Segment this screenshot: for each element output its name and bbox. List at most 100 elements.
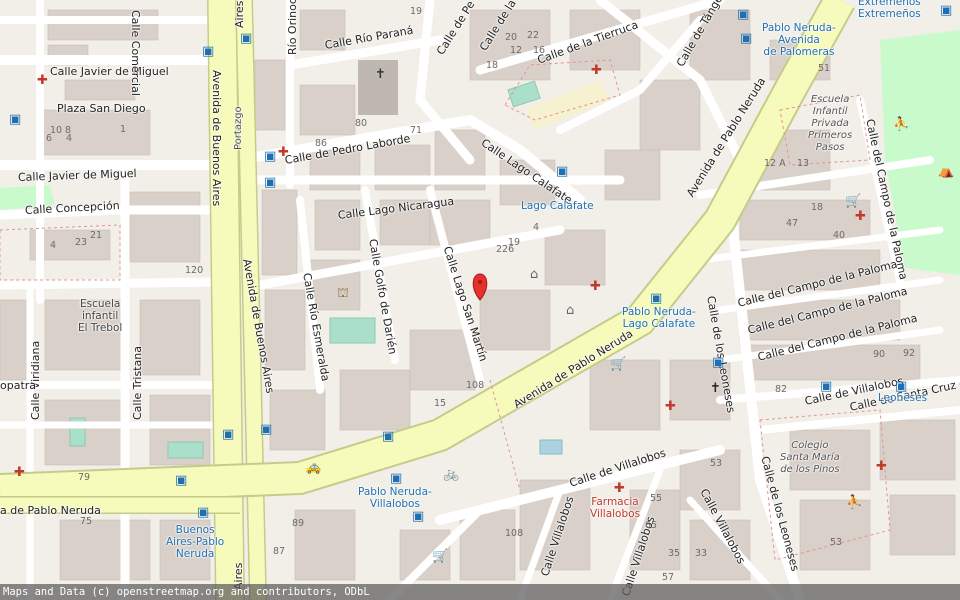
bus-stop-icon[interactable]: ▣ (382, 430, 394, 443)
pharmacy-icon[interactable]: ✚ (37, 74, 48, 87)
shelter-icon: ⌂ (530, 267, 539, 282)
bus-stop-icon[interactable]: ▣ (9, 113, 21, 126)
picnic-icon: ⛺ (938, 164, 955, 179)
house-number: 4 (50, 240, 57, 251)
shopping-cart-icon[interactable]: 🛒 (432, 550, 448, 563)
street-aires-top: Aires (233, 0, 246, 28)
pitch-2 (507, 80, 541, 108)
water-feature (539, 439, 563, 455)
street-calle-comercial: Calle Comercial (129, 10, 142, 96)
bus-stop-icon[interactable]: ▣ (737, 8, 749, 21)
house-number: 108 (505, 528, 524, 539)
kindergarten-icon: ⛫ (337, 286, 349, 301)
poi-pablo-neruda-lago-calafate[interactable]: Pablo Neruda- Lago Calafate (622, 306, 696, 330)
pharmacy-icon[interactable]: ✚ (876, 460, 887, 473)
house-number: 89 (292, 518, 305, 529)
bus-stop-icon[interactable]: ▣ (260, 423, 272, 436)
map-canvas[interactable]: Calle Río Paraná Calle Javier de Miguel … (0, 0, 960, 600)
poi-escuela-primeros-pasos[interactable]: Escuela Infantil Privada Primeros Pasos (808, 94, 852, 154)
street-javier-de-miguel-top: Calle Javier de Miguel (50, 65, 169, 78)
poi-extremenos[interactable]: Extremeños Extremeños (858, 0, 921, 20)
poi-escuela-el-trebol[interactable]: Escuela infantil El Trebol (78, 298, 122, 334)
map-attribution[interactable]: Maps and Data (c) openstreetmap.org and … (0, 584, 960, 600)
hospital-icon[interactable]: ✚ (665, 400, 676, 413)
bus-stop-icon[interactable]: ▣ (197, 506, 209, 519)
house-number: 90 (873, 349, 886, 360)
house-number: 12 A (764, 158, 786, 169)
street-cleopatra: opatra (0, 379, 37, 392)
bus-stop-icon[interactable]: ▣ (740, 32, 752, 45)
house-number: 120 (185, 265, 204, 276)
street-plaza-san-diego: Plaza San Diego (57, 102, 146, 115)
house-number: 18 (486, 60, 499, 71)
pharmacy-icon[interactable]: ✚ (278, 146, 289, 159)
house-number: 57 (662, 572, 675, 583)
house-number: 4 (66, 133, 73, 144)
house-number: 12 (510, 45, 523, 56)
church-icon: ✝ (375, 67, 386, 82)
house-number: 23 (75, 237, 88, 248)
poi-pablo-neruda-av-palomeras[interactable]: Pablo Neruda- Avenida de Palomeras (762, 22, 836, 58)
bus-stop-icon[interactable]: ▣ (712, 356, 724, 369)
church-icon: ✝ (710, 381, 721, 396)
bus-stop-icon[interactable]: ▣ (264, 176, 276, 189)
house-number: 4 (533, 222, 540, 233)
pharmacy-icon[interactable]: ✚ (14, 466, 25, 479)
house-number: 65 (645, 520, 658, 531)
bus-stop-icon[interactable]: ▣ (940, 4, 952, 17)
street-avenida-buenos-aires-1: Avenida de Buenos Aires (210, 70, 223, 207)
pharmacy-icon[interactable]: ✚ (590, 280, 601, 293)
house-number: 40 (833, 230, 846, 241)
poi-lago-calafate[interactable]: Lago Calafate (521, 200, 594, 212)
house-number: 75 (80, 516, 93, 527)
bus-stop-icon[interactable]: ▣ (175, 474, 187, 487)
house-number: 20 (505, 32, 518, 43)
house-number: 19 (508, 237, 521, 248)
taxi-icon[interactable]: 🚕 (305, 461, 321, 474)
house-number: 87 (273, 546, 286, 557)
pharmacy-icon[interactable]: ✚ (614, 482, 625, 495)
house-number: 22 (527, 30, 540, 41)
house-number: 80 (355, 118, 368, 129)
poi-farmacia-villalobos[interactable]: Farmacia Villalobos (590, 496, 640, 520)
bus-stop-icon[interactable]: ▣ (202, 45, 214, 58)
playground-icon: ⛹ (846, 495, 863, 510)
poi-pablo-neruda-villalobos[interactable]: Pablo Neruda- Villalobos (358, 486, 432, 510)
house-number: 53 (830, 537, 843, 548)
bus-stop-icon[interactable]: ▣ (556, 165, 568, 178)
house-number: 53 (710, 458, 723, 469)
bus-stop-icon[interactable]: ▣ (240, 32, 252, 45)
pitch-4 (167, 441, 204, 459)
bus-stop-icon[interactable]: ▣ (820, 380, 832, 393)
shopping-cart-icon[interactable]: 🛒 (845, 195, 861, 208)
house-number: 35 (668, 548, 681, 559)
street-tristana: Calle Tristana (131, 346, 144, 420)
house-number: 21 (90, 230, 103, 241)
bus-stop-icon[interactable]: ▣ (222, 428, 234, 441)
house-number: 51 (818, 63, 831, 74)
pharmacy-icon[interactable]: ✚ (591, 64, 602, 77)
bus-stop-icon[interactable]: ▣ (264, 150, 276, 163)
street-portazgo: Portazgo (233, 106, 244, 150)
house-number: 86 (315, 138, 328, 149)
pharmacy-icon[interactable]: ✚ (855, 210, 866, 223)
bus-stop-icon[interactable]: ▣ (895, 380, 907, 393)
bus-stop-icon[interactable]: ▣ (650, 292, 662, 305)
map-base-layer (0, 0, 960, 600)
playground-icon: ⛹ (893, 117, 910, 132)
poi-colegio-santa-maria[interactable]: Colegio Santa María de los Pinos (780, 440, 840, 476)
house-number: 33 (695, 548, 708, 559)
bus-stop-icon[interactable]: ▣ (390, 472, 402, 485)
house-number: 55 (650, 493, 663, 504)
house-number: 82 (775, 384, 788, 395)
shelter-icon: ⌂ (566, 303, 575, 318)
house-number: 92 (903, 348, 916, 359)
house-number: 16 (533, 45, 546, 56)
street-rio-orinoco: Río Orinoco (286, 0, 299, 55)
bus-stop-icon[interactable]: ▣ (412, 510, 424, 523)
bicycle-icon[interactable]: 🚲 (443, 468, 459, 481)
house-number: 13 (797, 158, 810, 169)
shopping-cart-icon[interactable]: 🛒 (610, 358, 626, 371)
poi-buenos-aires-pablo-neruda[interactable]: Buenos Aires-Pablo Neruda (166, 524, 224, 560)
pitch-1 (329, 317, 376, 344)
